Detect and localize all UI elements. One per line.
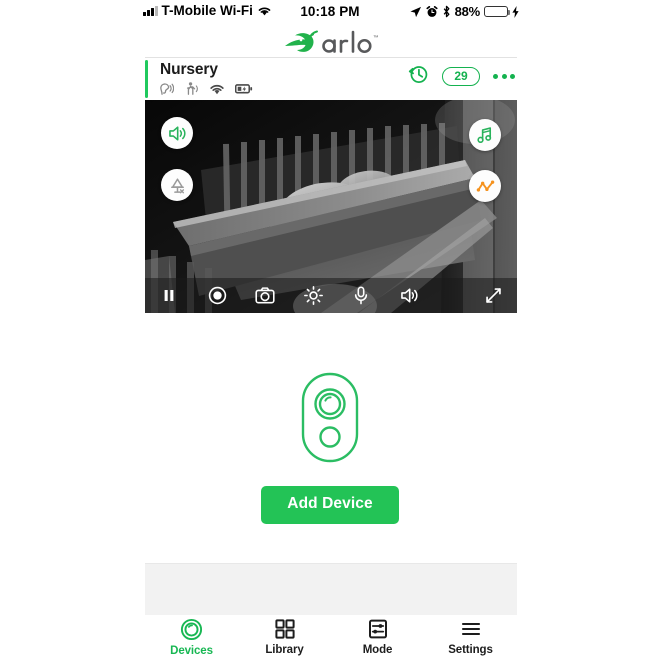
line-chart-icon (476, 179, 494, 192)
camera-icon (255, 287, 275, 304)
empty-content-panel (145, 563, 517, 617)
tab-mode[interactable]: Mode (338, 618, 418, 656)
camera-live-view[interactable] (145, 100, 517, 313)
record-button[interactable] (193, 278, 241, 313)
motion-detection-icon (186, 82, 198, 95)
music-note-icon (477, 127, 492, 144)
status-bar-right: 88% (409, 4, 519, 19)
tab-devices-label: Devices (170, 645, 213, 657)
grid-squares-icon (274, 619, 295, 639)
camera-name-label: Nursery (160, 61, 218, 78)
camera-status-icons (159, 82, 253, 96)
wifi-signal-icon (210, 84, 224, 94)
alarm-clock-icon (426, 5, 438, 17)
fullscreen-button[interactable] (469, 278, 517, 313)
charging-bolt-icon (512, 5, 519, 18)
pause-button[interactable] (145, 278, 193, 313)
sensor-chart-button[interactable] (469, 170, 501, 202)
battery-charging-icon (235, 84, 253, 94)
arlo-bird-logo-icon: ™ (284, 30, 378, 54)
location-arrow-icon (410, 6, 421, 17)
brightness-sun-icon (303, 286, 323, 305)
tab-library-label: Library (265, 644, 304, 656)
record-icon (208, 286, 226, 305)
battery-icon (484, 5, 511, 18)
status-time: 10:18 PM (300, 4, 360, 19)
status-bar: T-Mobile Wi-Fi 10:18 PM 88% (0, 0, 660, 24)
lamp-off-icon (170, 177, 184, 193)
snapshot-button[interactable] (241, 278, 289, 313)
volume-button[interactable] (385, 278, 433, 313)
bottom-tab-bar: Devices Library Mode Settings (145, 615, 517, 660)
clock-rewind-icon[interactable] (407, 63, 429, 90)
tab-devices[interactable]: Devices (152, 618, 232, 657)
hamburger-lines-icon (461, 622, 480, 636)
camera-accent-bar (145, 60, 148, 98)
add-device-button-wrap: Add Device (0, 486, 660, 524)
pause-icon (164, 290, 174, 301)
video-control-bar (145, 278, 517, 313)
sliders-box-icon (368, 619, 387, 639)
more-options-icon[interactable] (493, 70, 515, 83)
tab-settings-label: Settings (448, 644, 493, 656)
volume-icon (400, 288, 417, 303)
tab-library[interactable]: Library (245, 618, 325, 656)
add-device-illustration (0, 371, 660, 464)
app-screen: T-Mobile Wi-Fi 10:18 PM 88% ™ Nursery 29… (0, 0, 660, 660)
arlo-camera-device-icon (301, 372, 359, 463)
camera-card-header: Nursery 29 (145, 58, 517, 100)
bluetooth-icon (443, 5, 450, 18)
speaker-on-icon (168, 125, 185, 141)
tab-settings[interactable]: Settings (431, 618, 511, 656)
expand-arrows-icon (485, 288, 501, 303)
camera-lens-icon (180, 618, 203, 641)
night-light-button[interactable] (161, 169, 193, 201)
microphone-icon (354, 286, 368, 305)
tab-mode-label: Mode (362, 644, 393, 656)
trademark-mark: ™ (373, 35, 378, 41)
audio-detection-icon (160, 83, 174, 95)
brightness-button[interactable] (289, 278, 337, 313)
camera-header-actions: 29 (407, 63, 515, 90)
add-device-button[interactable]: Add Device (261, 486, 399, 524)
microphone-button[interactable] (337, 278, 385, 313)
status-badge[interactable]: 29 (442, 67, 480, 86)
speaker-button[interactable] (161, 117, 193, 149)
music-button[interactable] (469, 119, 501, 151)
battery-percent-label: 88% (454, 4, 481, 19)
